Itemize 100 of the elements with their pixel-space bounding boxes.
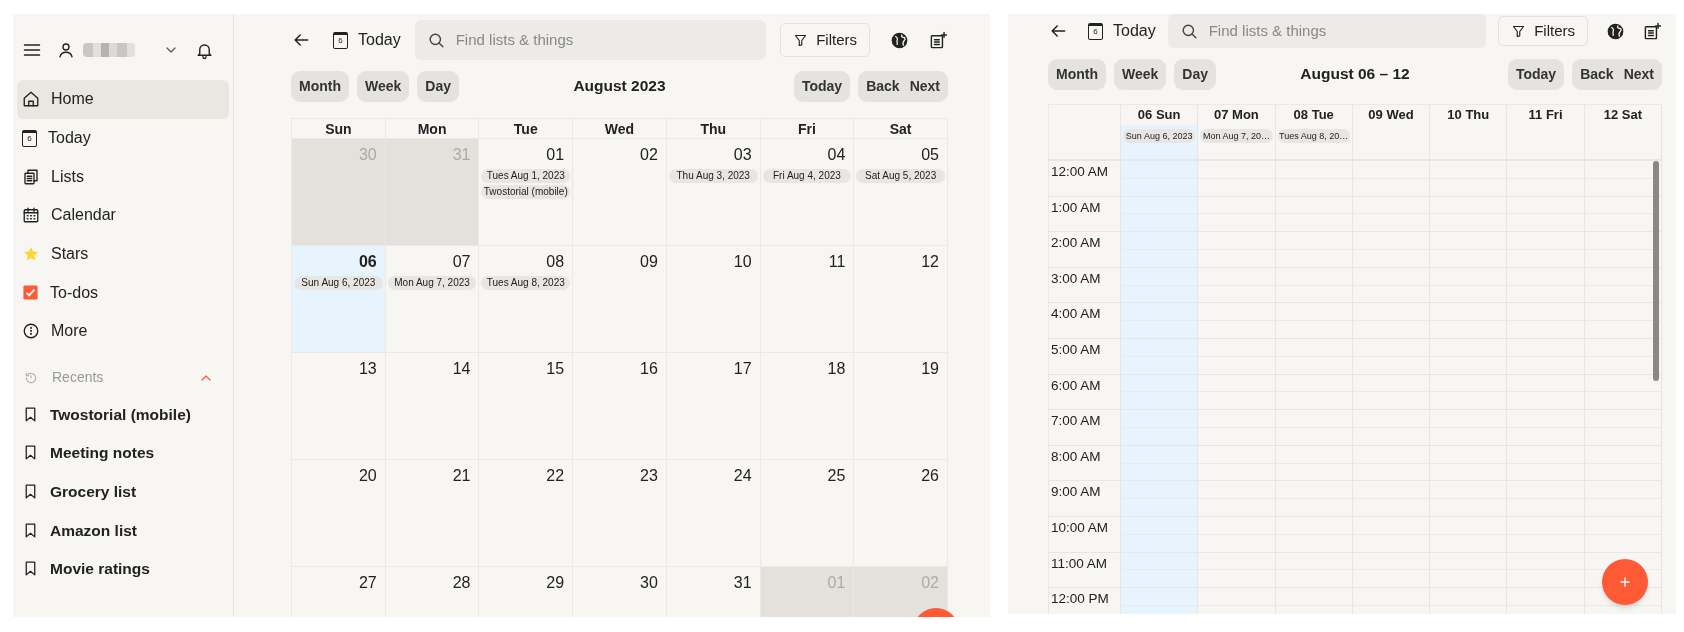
day-cell[interactable]: 20 — [292, 460, 386, 567]
day-number: 16 — [640, 359, 659, 379]
scrollbar-thumb[interactable] — [1653, 161, 1659, 381]
day-cell[interactable]: 21 — [385, 460, 480, 567]
day-number: 17 — [733, 359, 753, 379]
day-number: 10 — [733, 252, 753, 272]
day-cell[interactable]: 04 Fri Aug 4, 2023 — [760, 139, 855, 246]
event-chip[interactable]: Tues Aug 8, 2023 — [481, 276, 571, 290]
day-number: 31 — [452, 145, 472, 165]
event-chip[interactable]: Twostorial (mobile) — [481, 185, 571, 199]
day-number: 30 — [640, 573, 659, 593]
day-cell[interactable]: 19 — [854, 353, 948, 460]
sidebar-item[interactable]: Home — [17, 80, 229, 119]
day-cell[interactable]: 18 — [760, 353, 855, 460]
day-cell[interactable]: 30 — [573, 567, 667, 617]
view-tab[interactable]: Day — [1174, 58, 1216, 90]
today-button[interactable]: Today — [793, 70, 851, 102]
day-cell[interactable]: 11 — [760, 246, 855, 353]
day-cell[interactable]: 27 — [292, 567, 386, 617]
day-cell[interactable]: 13 — [292, 353, 386, 460]
back-button[interactable]: Back — [1575, 58, 1619, 90]
today-button[interactable]: 6 Today — [1088, 19, 1156, 43]
back-button[interactable]: Back — [861, 70, 905, 102]
day-cell[interactable]: 29 — [479, 567, 574, 617]
documents-icon — [22, 167, 40, 186]
day-cell[interactable]: 31 — [666, 567, 761, 617]
day-cell[interactable]: 05 Sat Aug 5, 2023 — [854, 139, 948, 246]
day-cell[interactable]: 06 Sun Aug 6, 2023 — [292, 246, 386, 353]
day-number: 30 — [358, 145, 378, 165]
globe-icon[interactable] — [890, 30, 909, 50]
day-number: 14 — [452, 359, 472, 379]
day-cell[interactable]: 15 — [479, 353, 574, 460]
day-number: 24 — [733, 466, 753, 486]
event-chip[interactable]: Sun Aug 6, 2023 — [294, 276, 383, 290]
sidebar-item[interactable]: Stars — [17, 234, 229, 274]
recent-item[interactable]: Meeting notes — [17, 433, 229, 473]
sidebar-item[interactable]: 6 Today — [17, 118, 229, 158]
event-chip[interactable]: Sun Aug 6, 2023 — [1123, 129, 1196, 143]
event-chip[interactable]: Mon Aug 7, 2023 — [387, 276, 477, 290]
sidebar-item[interactable]: Lists — [17, 157, 229, 197]
user-icon[interactable] — [57, 41, 75, 59]
day-cell[interactable]: 03 Thu Aug 3, 2023 — [666, 139, 761, 246]
sidebar-item[interactable]: More — [17, 312, 229, 351]
event-chip[interactable]: Fri Aug 4, 2023 — [762, 169, 852, 183]
day-cell[interactable]: 14 — [385, 353, 480, 460]
today-button[interactable]: Today — [1507, 58, 1565, 90]
day-number: 19 — [921, 359, 940, 379]
time-label: 6:00 AM — [1051, 376, 1102, 395]
sidebar-item[interactable]: Calendar — [17, 196, 229, 235]
event-chip[interactable]: Tues Aug 1, 2023 — [481, 169, 571, 183]
add-button[interactable] — [1602, 559, 1648, 605]
view-tab[interactable]: Week — [1114, 58, 1167, 90]
day-number: 21 — [452, 466, 472, 486]
view-tab[interactable]: Week — [357, 70, 410, 102]
day-number: 29 — [546, 573, 566, 593]
day-cell[interactable]: 10 — [666, 246, 761, 353]
recent-item[interactable]: Amazon list — [17, 510, 229, 550]
calendar-icon: 6 — [22, 129, 37, 147]
event-chip[interactable]: Tues Aug 8, 20… — [1277, 129, 1350, 143]
day-cell[interactable]: 01 Tues Aug 1, 2023 Twostorial (mobile) — [479, 139, 574, 246]
time-label: 7:00 AM — [1051, 412, 1102, 431]
time-label: 1:00 AM — [1051, 198, 1102, 217]
new-note-icon[interactable] — [929, 30, 948, 50]
day-number: 01 — [546, 145, 566, 165]
filters-button[interactable]: Filters — [780, 23, 870, 57]
day-cell[interactable]: 22 — [479, 460, 574, 567]
filters-button[interactable]: Filters — [1498, 16, 1588, 46]
day-cell[interactable]: 02 — [573, 139, 667, 246]
view-tab[interactable]: Day — [417, 70, 459, 102]
day-cell[interactable]: 24 — [666, 460, 761, 567]
day-cell[interactable]: 12 — [854, 246, 948, 353]
event-chip[interactable]: Thu Aug 3, 2023 — [668, 169, 758, 183]
event-chip[interactable]: Mon Aug 7, 20… — [1200, 129, 1273, 143]
recent-item[interactable]: Twostorial (mobile) — [17, 394, 229, 434]
globe-icon[interactable] — [1606, 21, 1625, 41]
next-button[interactable]: Next — [904, 70, 945, 102]
calendar-icon — [22, 206, 40, 225]
day-cell[interactable]: 09 — [573, 246, 667, 353]
time-label: 5:00 AM — [1051, 340, 1102, 359]
view-tab[interactable]: Month — [291, 70, 349, 102]
day-cell[interactable]: 23 — [573, 460, 667, 567]
today-button[interactable]: 6 Today — [333, 28, 401, 52]
day-cell[interactable]: 17 — [666, 353, 761, 460]
time-label: 8:00 AM — [1051, 447, 1102, 466]
day-cell[interactable]: 28 — [385, 567, 480, 617]
view-tab[interactable]: Month — [1048, 58, 1106, 90]
day-number: 04 — [827, 145, 847, 165]
event-chip[interactable]: Sat Aug 5, 2023 — [856, 169, 945, 183]
next-button[interactable]: Next — [1618, 58, 1659, 90]
recent-item[interactable]: Grocery list — [17, 472, 229, 511]
new-note-icon[interactable] — [1643, 21, 1662, 41]
day-cell[interactable]: 16 — [573, 353, 667, 460]
day-number: 15 — [546, 359, 566, 379]
day-cell[interactable]: 07 Mon Aug 7, 2023 — [385, 246, 480, 353]
day-number: 06 — [358, 252, 378, 272]
more-icon — [22, 322, 40, 341]
day-number: 20 — [358, 466, 378, 486]
sidebar-item[interactable]: To-dos — [17, 273, 229, 313]
day-cell[interactable]: 08 Tues Aug 8, 2023 — [479, 246, 574, 353]
recent-item[interactable]: Movie ratings — [17, 549, 229, 589]
